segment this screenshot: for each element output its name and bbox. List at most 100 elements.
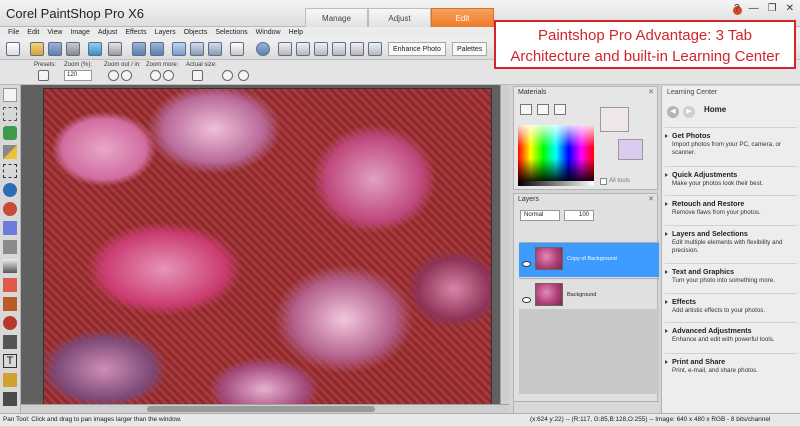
paint-brush-tool-icon[interactable] [3, 278, 17, 292]
menu-objects[interactable]: Objects [184, 29, 208, 36]
frame-mode-icon[interactable] [520, 104, 532, 115]
tab-adjust[interactable]: Adjust [368, 8, 431, 27]
clone-tool-icon[interactable] [3, 240, 17, 254]
crop-tool-icon[interactable] [3, 145, 17, 159]
learning-item-heading: Advanced Adjustments [672, 326, 752, 335]
blend-mode-select[interactable]: Normal [520, 210, 560, 221]
copy-icon[interactable] [190, 42, 204, 56]
menu-selections[interactable]: Selections [215, 29, 247, 36]
full-screen-icon[interactable] [350, 42, 364, 56]
menu-file[interactable]: File [8, 29, 19, 36]
background-color-swatch[interactable] [618, 139, 643, 160]
menu-edit[interactable]: Edit [27, 29, 39, 36]
fit-window-option-icon[interactable] [238, 70, 249, 81]
rainbow-mode-icon[interactable] [537, 104, 549, 115]
actual-size-icon[interactable] [192, 70, 203, 81]
opacity-input[interactable]: 100 [564, 210, 594, 221]
palettes-dropdown[interactable]: Palettes [452, 42, 488, 56]
dodge-tool-icon[interactable] [3, 259, 17, 273]
zoom-out-icon[interactable] [108, 70, 119, 81]
grid-icon[interactable] [368, 42, 382, 56]
share-icon[interactable] [108, 42, 122, 56]
minimize-icon[interactable]: — [749, 3, 759, 14]
menu-window[interactable]: Window [256, 29, 281, 36]
zoom-percent-input[interactable]: 120 [64, 70, 92, 81]
eraser-tool-icon[interactable] [3, 297, 17, 311]
cut-icon[interactable] [172, 42, 186, 56]
maximize-icon[interactable]: ❐ [768, 3, 777, 14]
fit-image-icon[interactable] [222, 70, 233, 81]
fit-window-icon[interactable] [278, 42, 292, 56]
eye-icon[interactable] [522, 261, 531, 267]
all-tools-checkbox[interactable] [600, 178, 607, 185]
deform-tool-icon[interactable] [3, 126, 17, 140]
menu-effects[interactable]: Effects [125, 29, 146, 36]
vertical-scrollbar[interactable] [500, 85, 509, 404]
zoom-in-icon[interactable] [314, 42, 328, 56]
warp-brush-tool-icon[interactable] [3, 392, 17, 406]
tab-edit[interactable]: Edit [431, 8, 494, 27]
menu-adjust[interactable]: Adjust [98, 29, 117, 36]
save-icon[interactable] [48, 42, 62, 56]
learning-item-layers-selections[interactable]: Layers and Selections Edit multiple elem… [665, 225, 797, 255]
zoom-100-icon[interactable] [296, 42, 310, 56]
learning-item-retouch-restore[interactable]: Retouch and Restore Remove flaws from yo… [665, 195, 797, 217]
image-canvas[interactable] [43, 88, 492, 408]
learning-item-quick-adjustments[interactable]: Quick Adjustments Make your photos look … [665, 166, 797, 188]
close-icon[interactable]: ✕ [786, 3, 794, 14]
tab-manage[interactable]: Manage [305, 8, 368, 27]
fill-tool-icon[interactable] [3, 316, 17, 330]
learning-item-print-share[interactable]: Print and Share Print, e-mail, and share… [665, 353, 797, 375]
info-icon[interactable] [256, 42, 270, 56]
enhance-photo-dropdown[interactable]: Enhance Photo [388, 42, 446, 56]
zoom-more-in-icon[interactable] [163, 70, 174, 81]
rotate-icon[interactable] [88, 42, 102, 56]
horizontal-scroll-thumb[interactable] [147, 406, 375, 412]
annotation-callout: Paintshop Pro Advantage: 3 Tab Architect… [494, 20, 796, 69]
zoom-tool-icon[interactable] [3, 107, 17, 121]
open-folder-icon[interactable] [30, 42, 44, 56]
print-icon[interactable] [66, 42, 80, 56]
pan-tool-icon[interactable] [3, 88, 17, 102]
swatches-mode-icon[interactable] [554, 104, 566, 115]
foreground-color-swatch[interactable] [600, 107, 629, 132]
new-file-icon[interactable] [6, 42, 20, 56]
learning-item-get-photos[interactable]: Get Photos Import photos from your PC, c… [665, 127, 797, 157]
forward-icon[interactable]: ▶ [683, 106, 695, 118]
layers-toggle-icon[interactable] [230, 42, 244, 56]
eye-icon[interactable] [522, 297, 531, 303]
menu-layers[interactable]: Layers [155, 29, 176, 36]
selection-tool-icon[interactable] [3, 164, 17, 178]
close-icon[interactable]: ✕ [648, 195, 654, 203]
layer-row[interactable]: Background [519, 278, 659, 313]
zoom-in-icon[interactable] [121, 70, 132, 81]
close-icon[interactable]: ✕ [648, 88, 654, 96]
pen-tool-icon[interactable] [3, 335, 17, 349]
learning-item-text-graphics[interactable]: Text and Graphics Turn your photo into s… [665, 263, 797, 285]
redo-icon[interactable] [150, 42, 164, 56]
red-eye-tool-icon[interactable] [3, 202, 17, 216]
horizontal-scrollbar[interactable] [21, 404, 509, 413]
image-workspace[interactable] [21, 85, 509, 413]
menu-view[interactable]: View [47, 29, 62, 36]
zoom-out-icon[interactable] [332, 42, 346, 56]
learning-item-effects[interactable]: Effects Add artistic effects to your pho… [665, 293, 797, 315]
menu-image[interactable]: Image [70, 29, 89, 36]
pan-preset-icon[interactable] [38, 70, 49, 81]
back-icon[interactable]: ◀ [667, 106, 679, 118]
grayscale-strip[interactable] [518, 181, 594, 186]
dropper-tool-icon[interactable] [3, 183, 17, 197]
text-tool-icon[interactable]: T [3, 354, 17, 368]
layer-row[interactable]: Copy of Background [519, 242, 659, 277]
menu-help[interactable]: Help [289, 29, 303, 36]
shape-tool-icon[interactable] [3, 373, 17, 387]
zoom-more-out-icon[interactable] [150, 70, 161, 81]
arrow-icon [665, 173, 668, 177]
makeover-tool-icon[interactable] [3, 221, 17, 235]
home-heading[interactable]: Home [704, 105, 726, 114]
learning-item-advanced-adjustments[interactable]: Advanced Adjustments Enhance and edit wi… [665, 322, 797, 344]
help-icon[interactable]: ? [734, 3, 740, 14]
arrow-icon [665, 360, 668, 364]
paste-icon[interactable] [208, 42, 222, 56]
undo-icon[interactable] [132, 42, 146, 56]
